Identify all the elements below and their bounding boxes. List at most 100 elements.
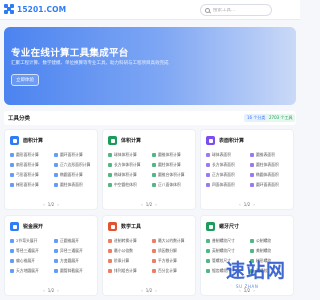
search-icon xyxy=(205,7,210,13)
tool-link[interactable]: 圆锥台体积计算 xyxy=(152,172,194,178)
tool-link[interactable]: 椭圆面积计算 xyxy=(54,172,96,178)
tool-link[interactable]: 球体表面积 xyxy=(206,152,248,158)
tool-link[interactable]: 圆柱体积计算 xyxy=(152,162,194,168)
tool-list: 进制转换计算 最大公约数计算 最小公倍数 质因数分解 阶乘计算 平方根计算排列组合计算 百分… xyxy=(108,238,194,274)
tool-icon xyxy=(54,249,58,253)
card-header[interactable]: 螺牙尺寸 xyxy=(206,222,239,231)
tool-label: 平方根计算 xyxy=(158,258,177,263)
category-icon xyxy=(206,136,215,145)
tool-link[interactable]: 扇形面积计算 xyxy=(10,162,52,168)
tool-link[interactable]: 圆形面积计算 xyxy=(10,152,52,158)
tool-link[interactable]: 圆环面表面积 xyxy=(250,182,292,188)
tool-label: 椭圆体表面积 xyxy=(256,172,279,177)
tool-link[interactable]: 正六边形面积计算 xyxy=(54,162,96,168)
logo-icon xyxy=(4,4,14,14)
tool-list: 圆形面积计算 圆环面积计算扇形面积计算 正六边形面积计算弓形面积计算 椭圆面积计算梯形… xyxy=(10,152,96,188)
tool-link[interactable]: 平方根计算 xyxy=(152,258,194,264)
tool-icon xyxy=(10,259,14,263)
tool-label: 长方体表面积 xyxy=(212,162,235,167)
tool-icon xyxy=(250,153,254,157)
tool-link[interactable]: 2节弯头展开 xyxy=(10,238,52,244)
tool-icon xyxy=(54,173,58,177)
tool-icon xyxy=(54,183,58,187)
tool-link[interactable]: 长方体表面积 xyxy=(206,162,248,168)
tool-link[interactable]: 质因数分解 xyxy=(152,248,194,254)
tool-link[interactable]: 椭圆体表面积 xyxy=(250,172,292,178)
tool-label: 英制螺纹尺寸 xyxy=(212,248,235,253)
hero-cta-button[interactable]: 立即体验 xyxy=(11,74,39,86)
next-page-button[interactable]: › xyxy=(155,202,157,207)
tool-link[interactable]: 英制螺纹尺寸 xyxy=(206,248,248,254)
card-header[interactable]: 数学工具 xyxy=(108,222,141,231)
next-page-button[interactable]: › xyxy=(155,288,157,293)
category-icon xyxy=(206,222,215,231)
tool-link[interactable]: 方变圆展开 xyxy=(54,258,96,264)
tool-link[interactable]: 公制螺纹 xyxy=(250,238,292,244)
tool-link[interactable]: 普制螺纹尺寸 xyxy=(206,238,248,244)
prev-page-button[interactable]: ‹ xyxy=(43,288,45,293)
search-input[interactable] xyxy=(213,7,265,13)
tool-link[interactable]: 球体体积计算 xyxy=(108,152,150,158)
tool-link[interactable]: 梯形面积计算 xyxy=(10,182,52,188)
next-page-button[interactable]: › xyxy=(253,202,255,207)
tool-link[interactable]: 阶乘计算 xyxy=(108,258,150,264)
card-header[interactable]: 表面积计算 xyxy=(206,136,244,145)
tool-icon xyxy=(10,269,14,273)
tool-link[interactable]: 圆柱体表面积 xyxy=(54,182,96,188)
tool-label: 圆形面积计算 xyxy=(16,152,39,157)
tool-label: 圆锥台体积计算 xyxy=(158,172,185,177)
tool-link[interactable]: 圆环面积计算 xyxy=(54,152,96,158)
card-header[interactable]: 面积计算 xyxy=(10,136,43,145)
tool-link[interactable]: 美制螺纹 xyxy=(250,248,292,254)
tool-link[interactable]: 椭球体积计算 xyxy=(108,172,150,178)
tool-link[interactable]: 排列组合计算 xyxy=(108,268,150,274)
tool-label: 天方地圆展开 xyxy=(16,268,39,273)
tool-link[interactable]: 正圆锥展开 xyxy=(54,238,96,244)
card-title: 螺牙尺寸 xyxy=(219,224,240,230)
tool-link[interactable]: 弓形面积计算 xyxy=(10,172,52,178)
category-card: 锐金展开 2节弯头展开 正圆锥展开 等径三通展开 异径三通展开 偏心锥展开 方变圆展开天方地… xyxy=(4,215,98,296)
tool-link[interactable]: 圆管斜截展开 xyxy=(54,268,96,274)
tool-link[interactable]: 正方体表面积 xyxy=(206,172,248,178)
tool-icon xyxy=(108,153,112,157)
tool-label: 弓形面积计算 xyxy=(16,172,39,177)
next-page-button[interactable]: › xyxy=(57,288,59,293)
page-indicator: 1/2 xyxy=(47,202,55,207)
next-page-button[interactable]: › xyxy=(57,202,59,207)
tool-link[interactable]: 圆锥表面积 xyxy=(250,152,292,158)
prev-page-button[interactable]: ‹ xyxy=(239,202,241,207)
card-header[interactable]: 锐金展开 xyxy=(10,222,43,231)
tool-label: 椭圆面积计算 xyxy=(60,172,83,177)
tool-link[interactable]: 圆锥体积计算 xyxy=(152,152,194,158)
tool-icon xyxy=(10,153,14,157)
card-header[interactable]: 体积计算 xyxy=(108,136,141,145)
tool-link[interactable]: 中空圆柱体积 xyxy=(108,182,150,188)
search-box[interactable] xyxy=(200,4,272,16)
tool-link[interactable]: 四面体表面积 xyxy=(206,182,248,188)
tool-link[interactable]: 长方体体积计算 xyxy=(108,162,150,168)
tool-list: 2节弯头展开 正圆锥展开 等径三通展开 异径三通展开 偏心锥展开 方变圆展开天方地圆展开 圆… xyxy=(10,238,96,274)
tool-label: 梯形面积计算 xyxy=(16,182,39,187)
prev-page-button[interactable]: ‹ xyxy=(141,288,143,293)
tool-link[interactable]: 圆柱体表面积 xyxy=(250,162,292,168)
tool-icon xyxy=(152,153,156,157)
tool-icon xyxy=(10,163,14,167)
tool-link[interactable]: 天方地圆展开 xyxy=(10,268,52,274)
tool-link[interactable]: 最大公约数计算 xyxy=(152,238,194,244)
prev-page-button[interactable]: ‹ xyxy=(43,202,45,207)
tool-label: 公制螺纹 xyxy=(256,238,272,243)
tool-link[interactable]: 最小公倍数 xyxy=(108,248,150,254)
tool-link[interactable]: 偏心锥展开 xyxy=(10,258,52,264)
tool-link[interactable]: 等径三通展开 xyxy=(10,248,52,254)
tool-link[interactable]: 异径三通展开 xyxy=(54,248,96,254)
site-logo[interactable]: 15201.COM xyxy=(4,4,66,14)
tool-icon xyxy=(206,153,210,157)
prev-page-button[interactable]: ‹ xyxy=(141,202,143,207)
tool-link[interactable]: 百分比计算 xyxy=(152,268,194,274)
tool-link[interactable]: 进制转换计算 xyxy=(108,238,150,244)
tool-icon xyxy=(152,269,156,273)
tool-icon xyxy=(54,269,58,273)
tool-icon xyxy=(152,239,156,243)
tool-label: 圆环面积计算 xyxy=(60,152,83,157)
tool-link[interactable]: 正八面体体积 xyxy=(152,182,194,188)
